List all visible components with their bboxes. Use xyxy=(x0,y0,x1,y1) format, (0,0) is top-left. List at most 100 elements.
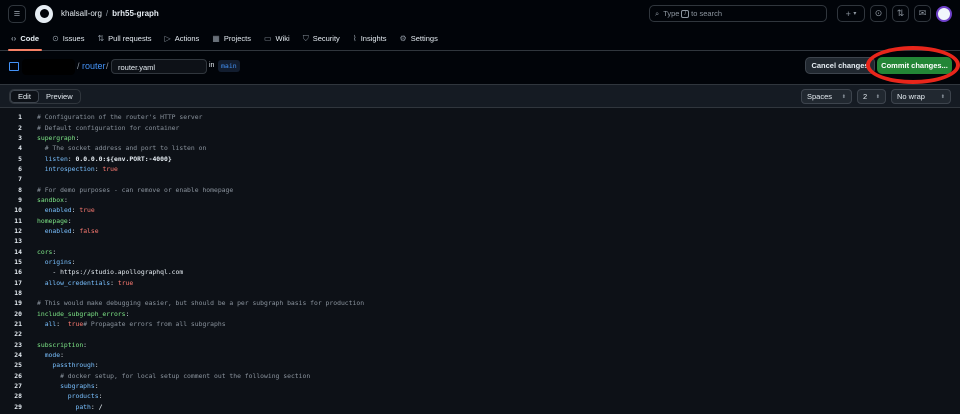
code-line[interactable]: 9 sandbox: xyxy=(0,195,960,205)
line-number: 4 xyxy=(18,144,22,153)
sidebar-expand-icon[interactable] xyxy=(9,62,19,71)
issues-icon[interactable]: ⊙ xyxy=(870,5,887,22)
code-line[interactable]: 26 # docker setup, for local setup comme… xyxy=(0,371,960,381)
line-number: 1 xyxy=(18,113,22,122)
filename-input[interactable]: router.yaml xyxy=(111,59,207,74)
code-line[interactable]: 6 introspection: true xyxy=(0,164,960,174)
line-text: path: / xyxy=(75,402,103,411)
avatar[interactable] xyxy=(936,5,952,22)
line-number: 25 xyxy=(14,361,22,370)
issue-icon: ⊙ xyxy=(52,34,59,43)
line-number: 24 xyxy=(14,351,22,360)
github-logo-icon[interactable] xyxy=(35,4,53,23)
tab-preview[interactable]: Preview xyxy=(39,90,80,103)
in-label: in xyxy=(209,62,215,69)
line-number: 13 xyxy=(14,237,22,246)
wrap-mode-select[interactable]: No wrap ⬍ xyxy=(891,89,951,104)
line-text: # docker setup, for local setup comment … xyxy=(60,371,311,380)
tab-pull-requests[interactable]: ⇅ Pull requests xyxy=(92,27,156,50)
code-line[interactable]: 23 subscription: xyxy=(0,340,960,350)
path-separator: / xyxy=(77,61,80,71)
code-line[interactable]: 15 origins: xyxy=(0,257,960,267)
line-text: introspection: true xyxy=(44,164,118,173)
code-line[interactable]: 12 enabled: false xyxy=(0,226,960,236)
line-text: # Configuration of the router's HTTP ser… xyxy=(37,113,203,122)
cancel-changes-button[interactable]: Cancel changes xyxy=(805,57,875,74)
tab-projects[interactable]: ▦ Projects xyxy=(207,27,256,50)
indent-mode-select[interactable]: Spaces ⬍ xyxy=(801,89,852,104)
menu-icon[interactable]: ≡ xyxy=(8,4,26,23)
code-line[interactable]: 2 # Default configuration for container xyxy=(0,122,960,132)
tab-code[interactable]: ‹› Code xyxy=(6,27,44,51)
line-text: include_subgraph_errors: xyxy=(37,309,130,318)
code-line[interactable]: 21 all: true# Propagate errors from all … xyxy=(0,319,960,329)
tab-insights[interactable]: ⌇ Insights xyxy=(348,27,392,50)
code-line[interactable]: 29 path: / xyxy=(0,402,960,412)
code-line[interactable]: 25 passthrough: xyxy=(0,360,960,370)
edit-file-bar: / router / router.yaml in main Cancel ch… xyxy=(0,46,960,84)
code-line[interactable]: 18 xyxy=(0,288,960,298)
code-line[interactable]: 4 # The socket address and port to liste… xyxy=(0,143,960,153)
tab-actions[interactable]: ▷ Actions xyxy=(160,27,205,50)
tab-edit[interactable]: Edit xyxy=(10,90,39,103)
code-area[interactable]: 1 # Configuration of the router's HTTP se… xyxy=(0,112,960,412)
chevron-updown-icon: ⬍ xyxy=(875,93,880,100)
line-number: 20 xyxy=(14,309,22,318)
breadcrumb: khalsall-org / brh55-graph xyxy=(61,9,159,18)
code-line[interactable]: 10 enabled: true xyxy=(0,205,960,215)
commit-changes-button[interactable]: Commit changes... xyxy=(877,57,952,74)
search-input[interactable]: ⌕ Type / to search xyxy=(649,5,827,22)
folder-link[interactable]: router xyxy=(82,61,106,71)
code-line[interactable]: 20 include_subgraph_errors: xyxy=(0,309,960,319)
line-number: 9 xyxy=(18,195,22,204)
tab-security[interactable]: ⛉ Security xyxy=(298,27,345,50)
line-text: sandbox: xyxy=(37,195,68,204)
graph-icon: ⌇ xyxy=(352,34,357,43)
org-link[interactable]: khalsall-org xyxy=(61,9,102,18)
code-line[interactable]: 5 listen: 0.0.0.0:${env.PORT:-4000} xyxy=(0,153,960,163)
code-line[interactable]: 13 xyxy=(0,236,960,246)
line-number: 7 xyxy=(18,175,22,184)
code-line[interactable]: 27 subgraphs: xyxy=(0,381,960,391)
tab-wiki[interactable]: ▭ Wiki xyxy=(259,27,295,50)
line-number: 28 xyxy=(14,392,22,401)
line-text: subscription: xyxy=(37,340,88,349)
book-icon: ▭ xyxy=(263,34,272,43)
code-line[interactable]: 11 homepage: xyxy=(0,215,960,225)
line-text: allow_credentials: true xyxy=(44,278,134,287)
editor-toolbar: Edit Preview Spaces ⬍ 2 ⬍ No wrap ⬍ xyxy=(0,85,960,108)
pull-requests-icon[interactable]: ⇅ xyxy=(892,5,909,22)
tab-settings[interactable]: ⚙ Settings xyxy=(395,27,443,50)
line-number: 26 xyxy=(14,371,22,380)
code-line[interactable]: 19 # This would make debugging easier, bu… xyxy=(0,298,960,308)
code-line[interactable]: 1 # Configuration of the router's HTTP se… xyxy=(0,112,960,122)
code-line[interactable]: 17 allow_credentials: true xyxy=(0,278,960,288)
tab-issues[interactable]: ⊙ Issues xyxy=(47,27,89,50)
line-text: enabled: true xyxy=(44,206,95,215)
inbox-icon[interactable]: ✉ xyxy=(914,5,931,22)
table-icon: ▦ xyxy=(212,34,220,43)
line-number: 17 xyxy=(14,278,22,287)
create-new-button[interactable]: + ▾ xyxy=(837,5,865,22)
code-line[interactable]: 28 products: xyxy=(0,391,960,401)
line-number: 5 xyxy=(18,154,22,163)
repo-link[interactable]: brh55-graph xyxy=(112,9,159,18)
shield-icon: ⛉ xyxy=(302,33,309,43)
line-text: supergraph: xyxy=(37,133,80,142)
code-line[interactable]: 16 - https://studio.apollographql.com xyxy=(0,267,960,277)
indent-size-select[interactable]: 2 ⬍ xyxy=(857,89,886,104)
chevron-down-icon: ▾ xyxy=(853,11,857,17)
code-line[interactable]: 22 xyxy=(0,329,960,339)
line-text: all: true# Propagate errors from all sub… xyxy=(44,320,226,329)
line-text: - https://studio.apollographql.com xyxy=(37,268,184,277)
code-line[interactable]: 8 # For demo purposes - can remove or ena… xyxy=(0,184,960,194)
line-text: mode: xyxy=(44,351,64,360)
line-number: 10 xyxy=(14,206,22,215)
code-line[interactable]: 7 xyxy=(0,174,960,184)
edit-preview-toggle: Edit Preview xyxy=(9,89,81,104)
code-line[interactable]: 24 mode: xyxy=(0,350,960,360)
line-number: 21 xyxy=(14,320,22,329)
search-icon: ⌕ xyxy=(655,8,660,18)
code-line[interactable]: 3 supergraph: xyxy=(0,133,960,143)
code-line[interactable]: 14 cors: xyxy=(0,246,960,256)
